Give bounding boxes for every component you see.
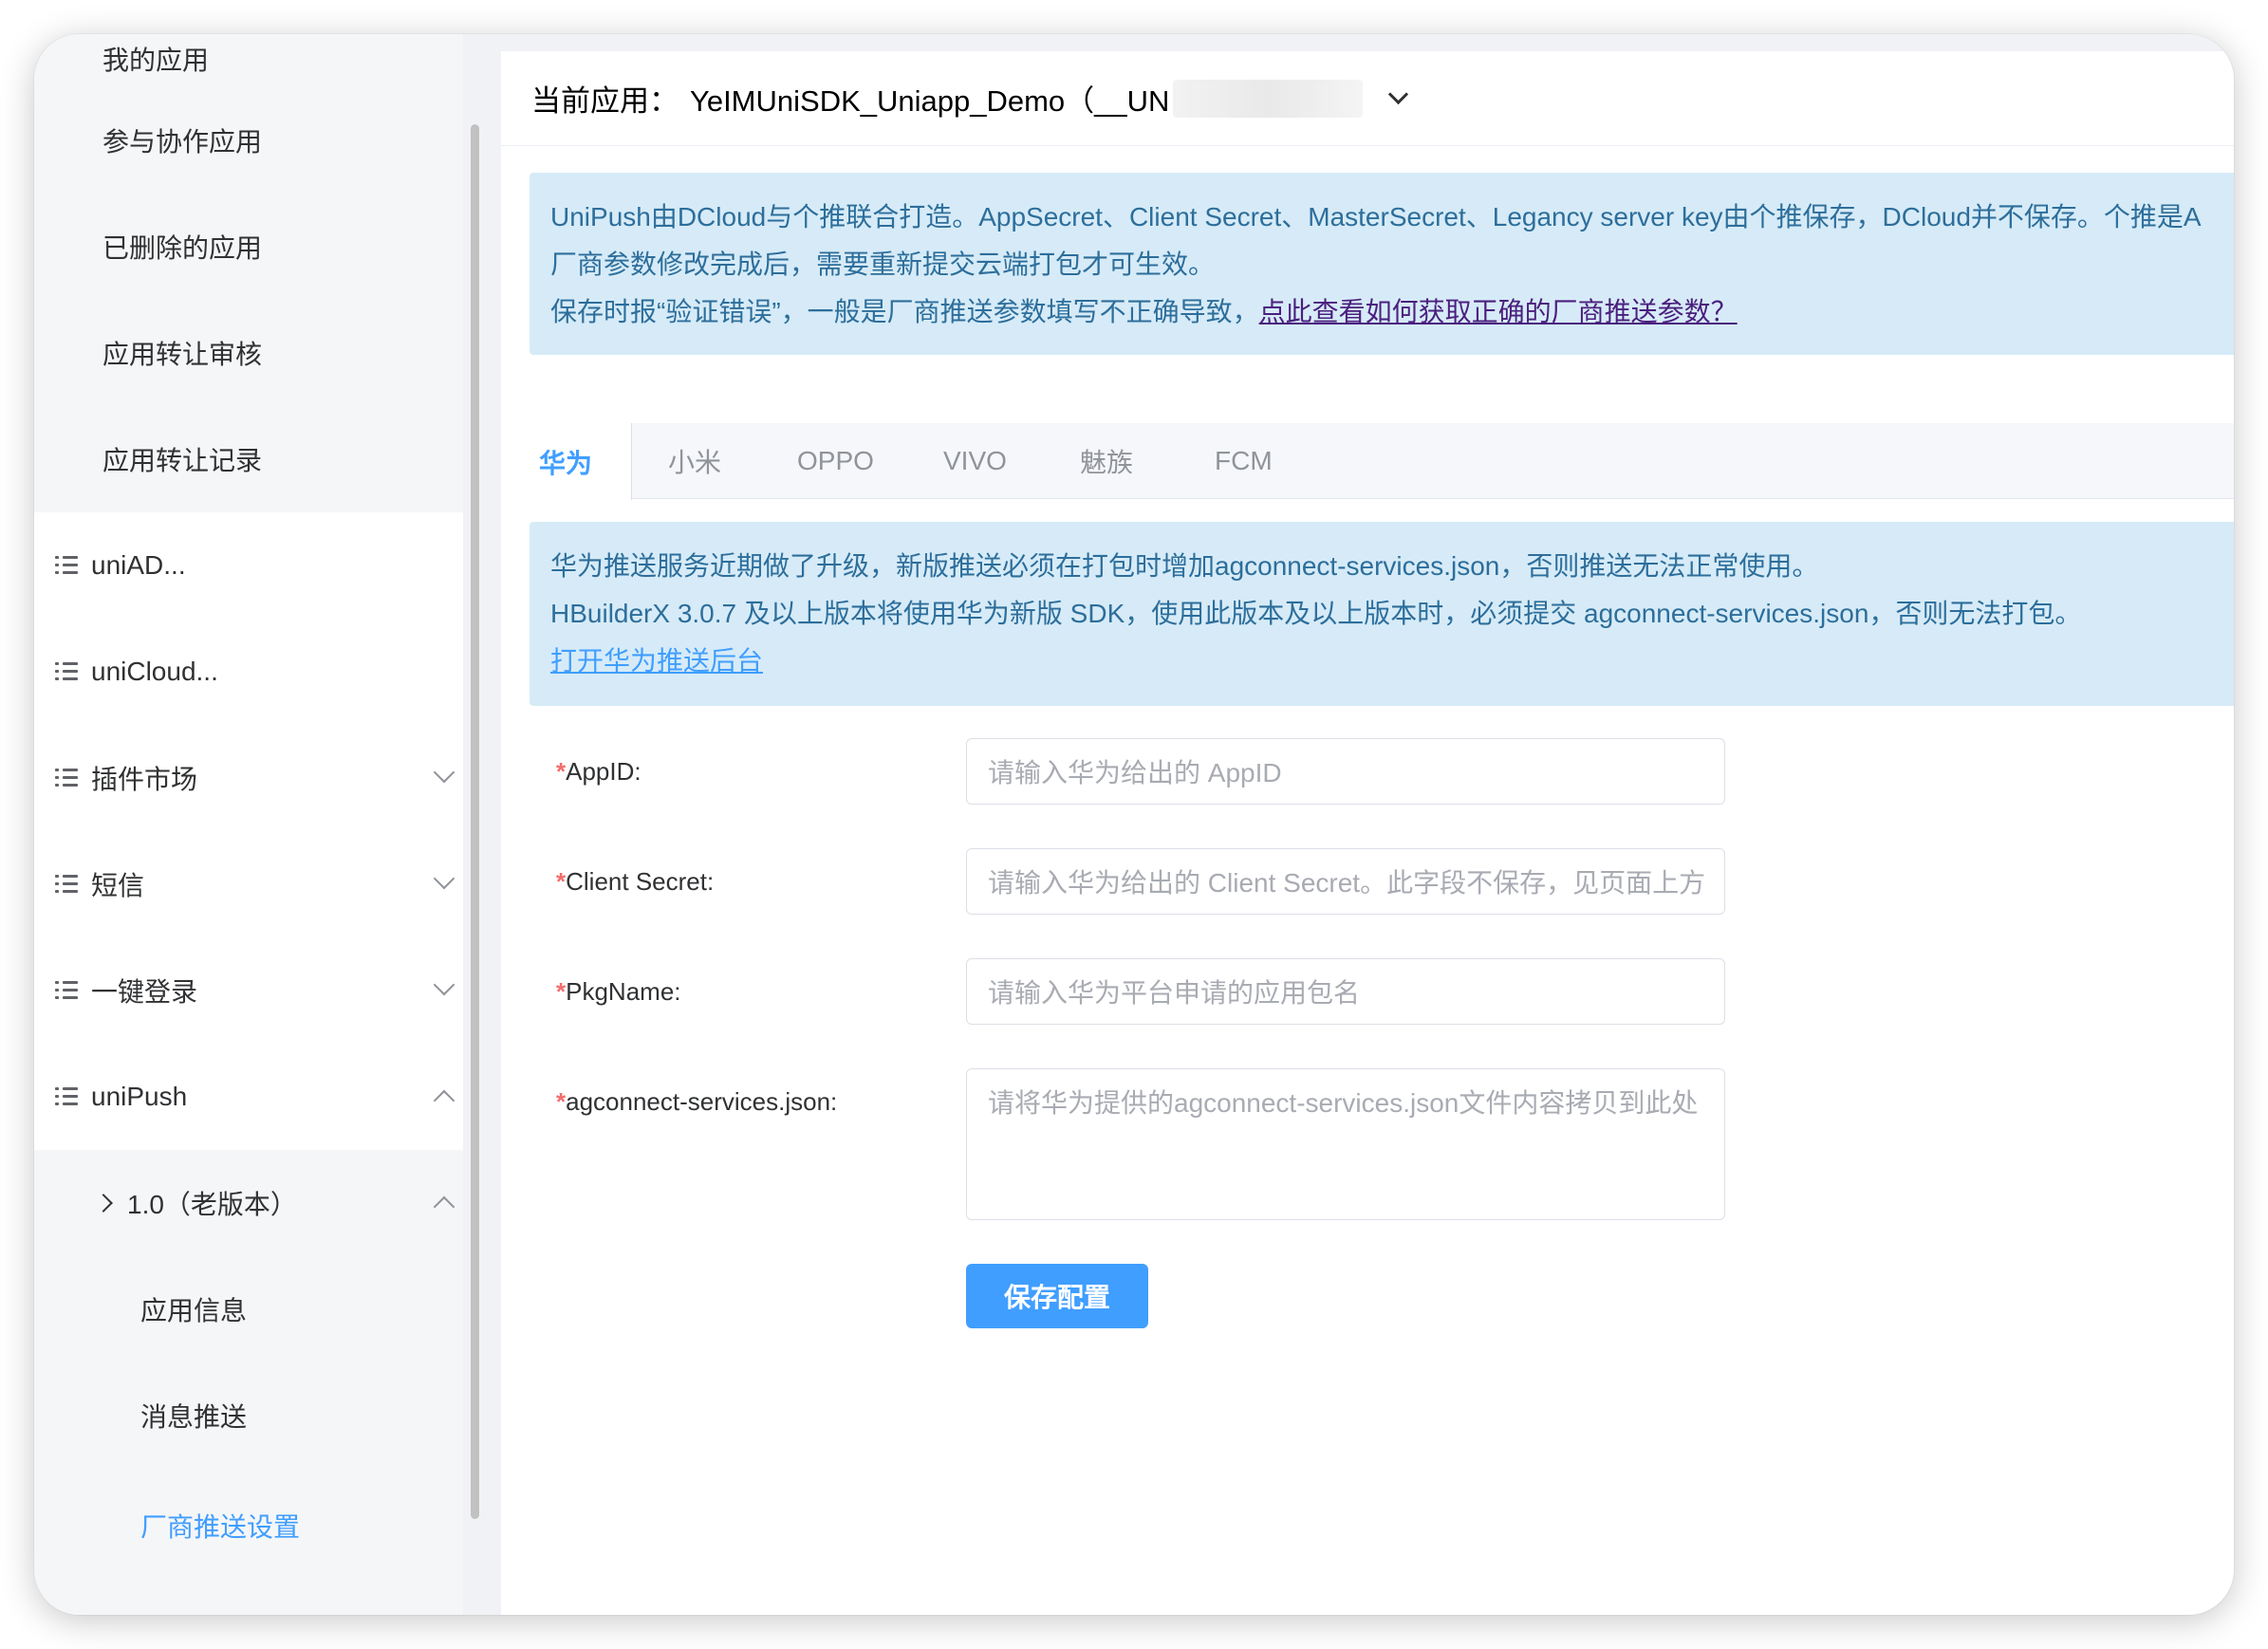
tab-fcm[interactable]: FCM bbox=[1215, 423, 1273, 499]
sidebar-group-label: uniPush bbox=[91, 1082, 188, 1111]
sidebar-item-collab-apps[interactable]: 参与协作应用 bbox=[34, 87, 465, 194]
sidebar-item-label: 应用信息 bbox=[140, 1296, 248, 1325]
tab-label: 魅族 bbox=[1080, 448, 1134, 477]
tab-meizu[interactable]: 魅族 bbox=[1080, 423, 1133, 499]
client-secret-label: *Client Secret: bbox=[556, 867, 714, 897]
huawei-push-console-link[interactable]: 打开华为推送后台 bbox=[550, 646, 763, 676]
sidebar-item-label: 1.0（老版本） bbox=[127, 1190, 297, 1219]
tab-label: 小米 bbox=[668, 448, 722, 477]
blurred-app-id bbox=[1173, 79, 1364, 118]
sidebar: 我的应用 参与协作应用 已删除的应用 应用转让审核 应用转让记录 uniAD..… bbox=[34, 34, 465, 1615]
save-config-button[interactable]: 保存配置 bbox=[966, 1264, 1148, 1328]
sidebar-group-label: uniCloud... bbox=[91, 657, 218, 686]
label-text: PkgName: bbox=[566, 977, 681, 1006]
chevron-down-icon[interactable] bbox=[1388, 83, 1409, 105]
sidebar-item-transfer-review[interactable]: 应用转让审核 bbox=[34, 300, 465, 406]
tab-xiaomi[interactable]: 小米 bbox=[668, 423, 721, 499]
app-selector[interactable]: 当前应用： YeIMUniSDK_Uniapp_Demo（__UN bbox=[501, 51, 2234, 146]
tab-vivo[interactable]: VIVO bbox=[943, 423, 1007, 499]
app-selector-value: YeIMUniSDK_Uniapp_Demo（__UN bbox=[690, 84, 1170, 118]
app-window: 我的应用 参与协作应用 已删除的应用 应用转让审核 应用转让记录 uniAD..… bbox=[34, 34, 2234, 1615]
sidebar-group-one-click-login[interactable]: 一键登录 bbox=[34, 937, 465, 1044]
chevron-right-icon bbox=[94, 1194, 113, 1213]
main-content: 当前应用： YeIMUniSDK_Uniapp_Demo（__UN UniPus… bbox=[501, 51, 2234, 1615]
sidebar-item-label: 厂商推送设置 bbox=[140, 1512, 301, 1542]
sidebar-group-label: 短信 bbox=[91, 871, 145, 900]
vendor-tabs: 华为 小米 OPPO VIVO 魅族 FCM bbox=[530, 423, 2234, 500]
chevron-down-icon bbox=[433, 761, 455, 784]
client-secret-input[interactable]: 请输入华为给出的 Client Secret。此字段不保存，见页面上方 bbox=[966, 848, 1725, 915]
notice-line: 打开华为推送后台 bbox=[550, 638, 2217, 685]
form-row-client-secret: *Client Secret: 请输入华为给出的 Client Secret。此… bbox=[530, 848, 1763, 915]
label-text: AppID: bbox=[566, 757, 641, 786]
sidebar-item-label: 我的应用 bbox=[102, 46, 210, 75]
pkgname-label: *PkgName: bbox=[556, 977, 681, 1007]
form-row-appid: *AppID: 请输入华为给出的 AppID bbox=[530, 738, 1763, 805]
sidebar-item-label: 应用转让记录 bbox=[102, 446, 263, 475]
tab-label: FCM bbox=[1215, 446, 1273, 475]
sidebar-item-label: 应用转让审核 bbox=[102, 340, 263, 369]
sidebar-group-plugin-market[interactable]: 插件市场 bbox=[34, 725, 465, 831]
chevron-down-icon bbox=[433, 973, 455, 996]
app-selector-label: 当前应用： bbox=[531, 84, 679, 118]
sidebar-item-label: 参与协作应用 bbox=[102, 127, 263, 157]
required-mark: * bbox=[556, 867, 567, 896]
notice-line: HBuilderX 3.0.7 及以上版本将使用华为新版 SDK，使用此版本及以… bbox=[550, 599, 2082, 628]
sidebar-scrollbar[interactable] bbox=[463, 34, 488, 1615]
list-icon bbox=[55, 661, 78, 682]
notice-line: UniPush由DCloud与个推联合打造。AppSecret、Client S… bbox=[550, 202, 2202, 232]
appid-input[interactable]: 请输入华为给出的 AppID bbox=[966, 738, 1725, 805]
agconnect-json-textarea[interactable]: 请将华为提供的agconnect-services.json文件内容拷贝到此处 bbox=[966, 1068, 1725, 1220]
sidebar-group-label: uniAD... bbox=[91, 550, 186, 580]
chevron-up-icon bbox=[433, 1195, 455, 1218]
sidebar-item-my-apps[interactable]: 我的应用 bbox=[34, 34, 465, 87]
sidebar-item-transfer-records[interactable]: 应用转让记录 bbox=[34, 406, 465, 512]
label-text: agconnect-services.json: bbox=[566, 1087, 838, 1116]
list-icon bbox=[55, 980, 78, 1001]
notice-line: 保存时报“验证错误”，一般是厂商推送参数填写不正确导致，点此查看如何获取正确的厂… bbox=[550, 288, 2217, 336]
sidebar-item-label: 消息推送 bbox=[140, 1402, 248, 1432]
notice-line: 华为推送服务近期做了升级，新版推送必须在打包时增加agconnect-servi… bbox=[550, 551, 1819, 581]
huawei-notice: 华为推送服务近期做了升级，新版推送必须在打包时增加agconnect-servi… bbox=[530, 522, 2234, 706]
sidebar-group-sms[interactable]: 短信 bbox=[34, 831, 465, 937]
chevron-down-icon bbox=[433, 867, 455, 890]
tab-huawei[interactable]: 华为 bbox=[530, 423, 632, 500]
form-row-agconnect-json: *agconnect-services.json: 请将华为提供的agconne… bbox=[530, 1068, 1763, 1220]
tab-label: OPPO bbox=[797, 446, 874, 475]
appid-label: *AppID: bbox=[556, 757, 641, 787]
sidebar-group-label: 一键登录 bbox=[91, 977, 198, 1007]
pkgname-input[interactable]: 请输入华为平台申请的应用包名 bbox=[966, 958, 1725, 1025]
tab-label: 华为 bbox=[539, 448, 593, 478]
required-mark: * bbox=[556, 757, 567, 786]
sidebar-item-app-info[interactable]: 应用信息 bbox=[34, 1256, 465, 1362]
sidebar-group-unicloud[interactable]: uniCloud... bbox=[34, 619, 465, 725]
required-mark: * bbox=[556, 1087, 567, 1116]
unipush-notice: UniPush由DCloud与个推联合打造。AppSecret、Client S… bbox=[530, 173, 2234, 355]
sidebar-group-unipush[interactable]: uniPush bbox=[34, 1044, 465, 1150]
required-mark: * bbox=[556, 977, 567, 1006]
sidebar-group-uniad[interactable]: uniAD... bbox=[34, 512, 465, 619]
list-icon bbox=[55, 1086, 78, 1107]
label-text: Client Secret: bbox=[566, 867, 715, 896]
tab-oppo[interactable]: OPPO bbox=[797, 423, 874, 499]
agconnect-json-label: *agconnect-services.json: bbox=[556, 1087, 837, 1117]
chevron-up-icon bbox=[433, 1089, 455, 1112]
sidebar-item-deleted-apps[interactable]: 已删除的应用 bbox=[34, 194, 465, 300]
notice-text: 保存时报“验证错误”，一般是厂商推送参数填写不正确导致， bbox=[550, 297, 1259, 326]
list-icon bbox=[55, 768, 78, 788]
sidebar-item-message-push[interactable]: 消息推送 bbox=[34, 1362, 465, 1469]
vendor-params-help-link[interactable]: 点此查看如何获取正确的厂商推送参数？ bbox=[1259, 297, 1738, 326]
form-row-pkgname: *PkgName: 请输入华为平台申请的应用包名 bbox=[530, 958, 1763, 1025]
tab-label: VIVO bbox=[943, 446, 1007, 475]
list-icon bbox=[55, 555, 78, 576]
sidebar-group-label: 插件市场 bbox=[91, 765, 198, 794]
sidebar-item-unipush-v1[interactable]: 1.0（老版本） bbox=[34, 1150, 465, 1256]
notice-line: 厂商参数修改完成后，需要重新提交云端打包才可生效。 bbox=[550, 250, 1216, 279]
scrollbar-thumb[interactable] bbox=[471, 124, 479, 1519]
sidebar-item-label: 已删除的应用 bbox=[102, 233, 263, 263]
list-icon bbox=[55, 874, 78, 895]
sidebar-item-vendor-push-settings[interactable]: 厂商推送设置 bbox=[34, 1469, 465, 1615]
